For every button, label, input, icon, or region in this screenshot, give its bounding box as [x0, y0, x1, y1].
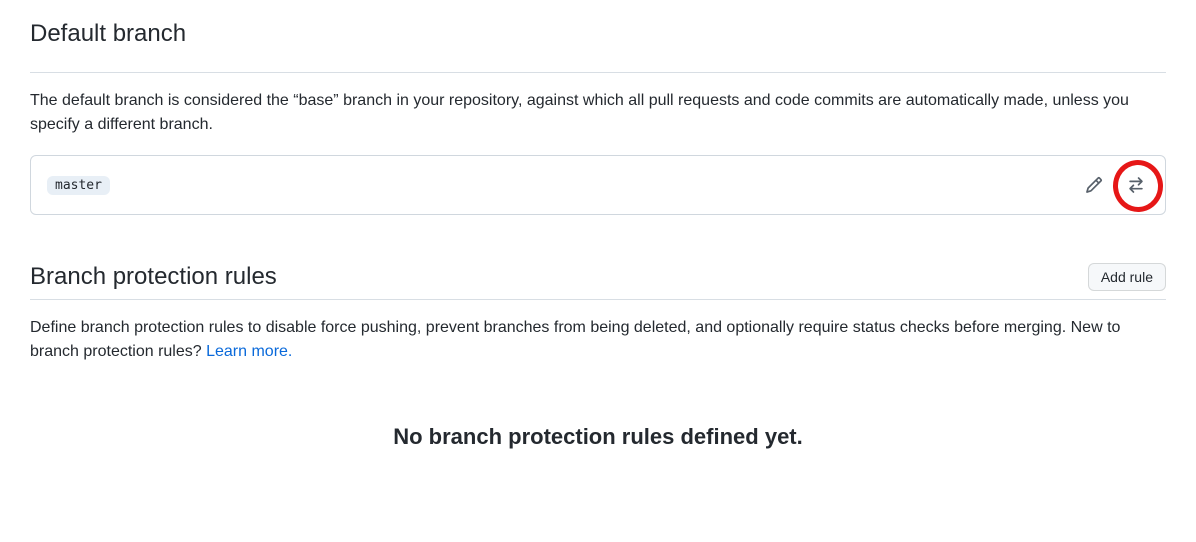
empty-state-message: No branch protection rules defined yet.	[30, 424, 1166, 450]
annotation-circle	[1123, 172, 1149, 198]
divider	[30, 299, 1166, 300]
default-branch-description: The default branch is considered the “ba…	[30, 89, 1166, 137]
branch-name-badge: master	[47, 176, 110, 195]
switch-branch-button[interactable]	[1123, 172, 1149, 198]
divider	[30, 72, 1166, 73]
arrow-switch-icon	[1127, 176, 1145, 194]
protection-rules-heading: Branch protection rules	[30, 263, 277, 291]
default-branch-heading: Default branch	[30, 20, 1166, 56]
add-rule-button[interactable]: Add rule	[1088, 263, 1166, 291]
rename-branch-button[interactable]	[1081, 172, 1107, 198]
branch-actions	[1081, 172, 1149, 198]
protection-rules-description: Define branch protection rules to disabl…	[30, 316, 1166, 364]
protection-rules-description-text: Define branch protection rules to disabl…	[30, 319, 1120, 360]
learn-more-link[interactable]: Learn more.	[206, 343, 292, 360]
pencil-icon	[1085, 176, 1103, 194]
default-branch-box: master	[30, 155, 1166, 215]
